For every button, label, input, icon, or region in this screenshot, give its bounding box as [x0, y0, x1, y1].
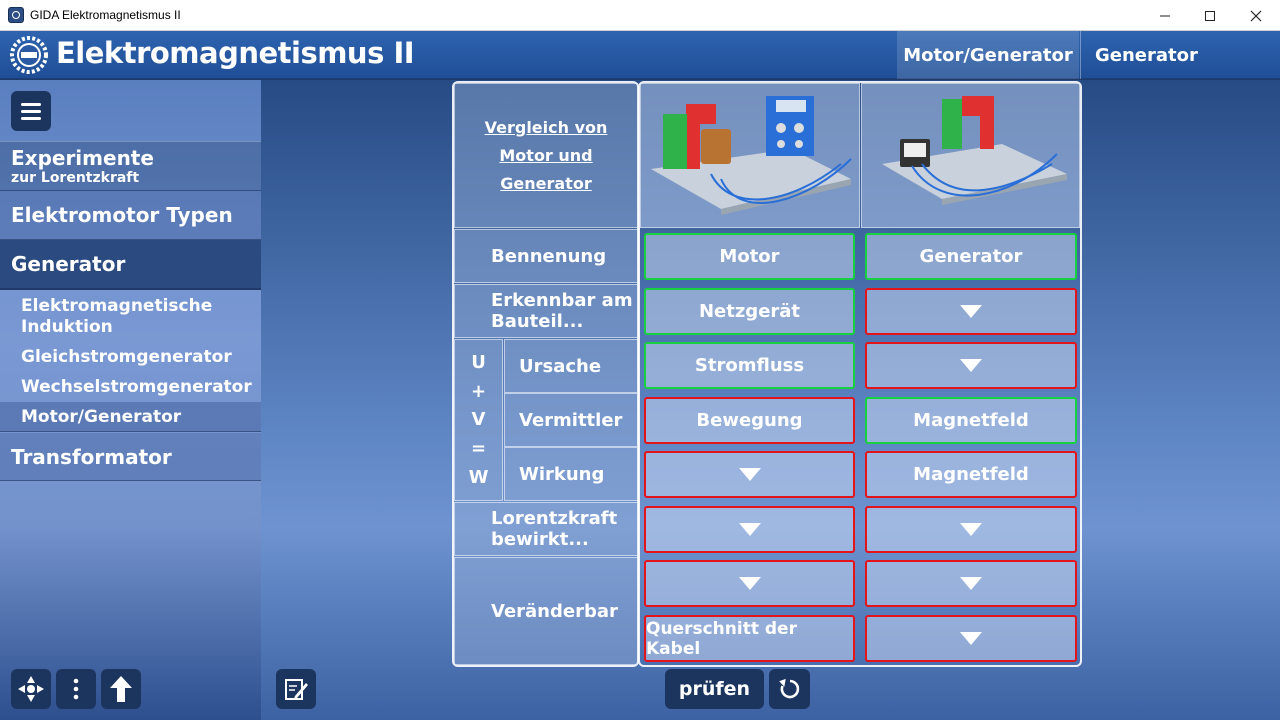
motor-veraenderbar-dropdown-1[interactable]: [644, 560, 855, 607]
app-title: Elektromagnetismus II: [56, 36, 415, 70]
more-options-button[interactable]: [56, 669, 96, 709]
hamburger-icon: [21, 102, 41, 106]
window-title: GIDA Elektromagnetismus II: [30, 8, 181, 22]
row-label-veraenderbar: Veränderbar: [454, 557, 638, 665]
motor-lorentz-dropdown[interactable]: [644, 506, 855, 553]
motor-wirkung-dropdown[interactable]: [644, 451, 855, 498]
sidebar-sub-gleichstromgenerator[interactable]: Gleichstromgenerator: [0, 342, 261, 372]
app-icon: [8, 7, 24, 23]
motor-bennenung-field[interactable]: Motor: [644, 233, 855, 280]
row-label-bennenung: Bennenung: [454, 229, 638, 283]
generator-veraenderbar-dropdown-2[interactable]: [865, 615, 1077, 662]
row-label-wirkung: Wirkung: [504, 447, 638, 501]
dropdown-arrow-icon: [960, 523, 982, 536]
row-label-erkennbar: Erkennbar am Bauteil...: [454, 284, 638, 338]
gida-logo-icon: [10, 36, 48, 74]
edit-notes-icon: [285, 679, 308, 700]
tab-generator[interactable]: Generator: [1080, 31, 1280, 79]
minimize-button[interactable]: [1142, 0, 1188, 31]
dropdown-arrow-icon: [738, 468, 761, 481]
dropdown-arrow-icon: [738, 577, 761, 590]
generator-erkennbar-dropdown[interactable]: [865, 288, 1077, 335]
generator-vermittler-field[interactable]: Magnetfeld: [865, 397, 1077, 444]
app-header: Elektromagnetismus II Motor/Generator Ge…: [0, 31, 1280, 79]
motor-veraenderbar-field-2[interactable]: Querschnitt der Kabel: [644, 615, 855, 662]
uvw-label-cell: U + V = W: [454, 339, 503, 501]
generator-setup-image: [882, 96, 1067, 205]
sidebar-sub-wechselstromgenerator[interactable]: Wechselstromgenerator: [0, 372, 261, 402]
reset-icon: [778, 678, 799, 699]
hamburger-menu-button[interactable]: [11, 91, 51, 131]
motor-setup-image: [651, 96, 852, 215]
sidebar-item-experimente[interactable]: Experimente zur Lorentzkraft: [0, 141, 261, 191]
close-button[interactable]: [1233, 0, 1279, 31]
sidebar-item-elektromotor-typen[interactable]: Elektromotor Typen: [0, 191, 261, 240]
generator-veraenderbar-dropdown-1[interactable]: [865, 560, 1077, 607]
vertical-dots-icon: [73, 678, 79, 700]
header-link-cell: Vergleich von Motor und Generator: [454, 83, 638, 228]
reset-button[interactable]: [769, 669, 810, 709]
row-label-lorentzkraft: Lorentzkraft bewirkt...: [454, 502, 638, 556]
sidebar-sub-motor-generator[interactable]: Motor/Generator: [0, 402, 261, 432]
dropdown-arrow-icon: [960, 305, 982, 318]
compass-icon: [18, 676, 44, 702]
navigation-button[interactable]: [11, 669, 51, 709]
motor-vermittler-field[interactable]: Bewegung: [644, 397, 855, 444]
maximize-button[interactable]: [1187, 0, 1233, 31]
vergleich-link[interactable]: Vergleich von Motor und Generator: [485, 114, 608, 198]
motor-erkennbar-field[interactable]: Netzgerät: [644, 288, 855, 335]
tab-motor-generator[interactable]: Motor/Generator: [897, 31, 1079, 79]
maximize-icon: [1205, 10, 1215, 21]
motor-image-cell: [640, 83, 860, 228]
dropdown-arrow-icon: [960, 577, 982, 590]
generator-bennenung-field[interactable]: Generator: [865, 233, 1077, 280]
row-label-vermittler: Vermittler: [504, 393, 638, 447]
dropdown-arrow-icon: [738, 523, 761, 536]
generator-lorentz-dropdown[interactable]: [865, 506, 1077, 553]
sidebar-item-generator[interactable]: Generator: [0, 240, 261, 290]
dropdown-arrow-icon: [960, 359, 982, 372]
minimize-icon: [1160, 15, 1170, 16]
sidebar-sub-elektromagnetische-induktion[interactable]: Elektromagnetische Induktion: [0, 292, 261, 342]
scroll-up-button[interactable]: [101, 669, 141, 709]
close-icon: [1250, 10, 1262, 21]
sidebar-item-transformator[interactable]: Transformator: [0, 433, 261, 481]
row-label-ursache: Ursache: [504, 339, 638, 393]
generator-image-cell: [861, 83, 1080, 228]
notes-button[interactable]: [276, 669, 316, 709]
generator-ursache-dropdown[interactable]: [865, 342, 1077, 389]
generator-wirkung-field[interactable]: Magnetfeld: [865, 451, 1077, 498]
sidebar: Experimente zur Lorentzkraft Elektromoto…: [0, 80, 261, 720]
arrow-up-icon: [110, 676, 132, 702]
pruefen-button[interactable]: prüfen: [665, 669, 764, 709]
window-titlebar: GIDA Elektromagnetismus II: [0, 0, 1280, 31]
dropdown-arrow-icon: [960, 632, 982, 645]
motor-ursache-field[interactable]: Stromfluss: [644, 342, 855, 389]
